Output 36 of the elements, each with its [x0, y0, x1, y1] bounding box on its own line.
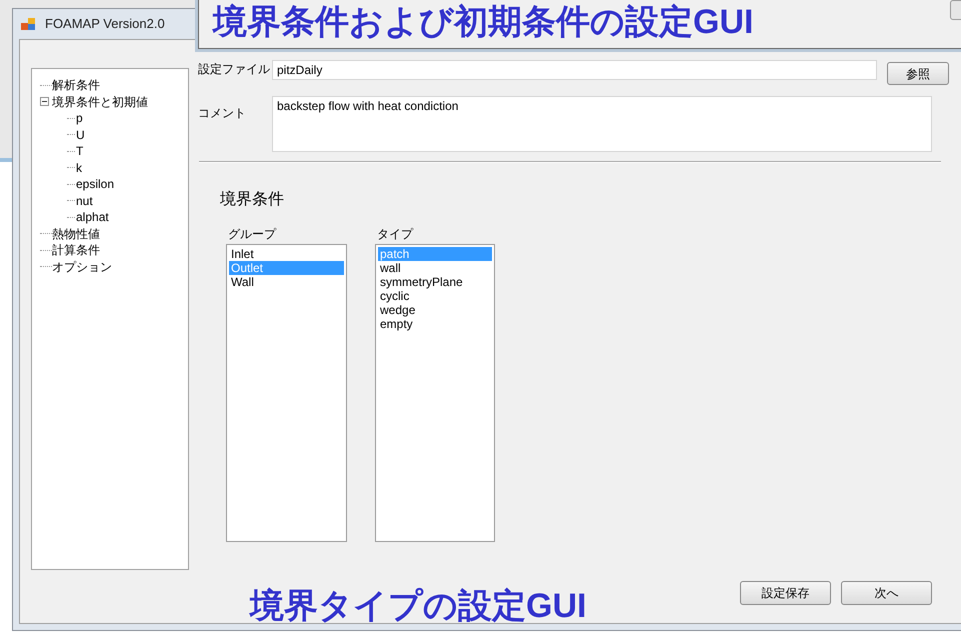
- caption: 境界タイプの設定GUI: [250, 586, 586, 626]
- tree-item[interactable]: 計算条件: [52, 242, 100, 258]
- tree-item[interactable]: 熱物性値: [52, 226, 100, 242]
- field-label: 設定ファイル: [198, 61, 270, 78]
- collapse-icon[interactable]: [40, 97, 49, 106]
- list-item[interactable]: wedge: [378, 303, 492, 317]
- section-title: 境界条件: [220, 190, 284, 210]
- field-label: コメント: [198, 105, 246, 122]
- dialog-button[interactable]: 次へ: [841, 581, 932, 605]
- tree-item[interactable]: オプション: [52, 258, 112, 275]
- list-item[interactable]: symmetryPlane: [378, 275, 492, 289]
- tree-item[interactable]: epsilon: [76, 176, 114, 192]
- browse-button[interactable]: 参照: [887, 62, 949, 85]
- list-label: グループ: [228, 226, 276, 243]
- list-label: タイプ: [377, 226, 413, 243]
- comment-field[interactable]: backstep flow with heat condiction: [272, 96, 932, 152]
- tree-item[interactable]: alphat: [76, 209, 109, 226]
- list-item[interactable]: cyclic: [378, 289, 492, 303]
- list-item[interactable]: Inlet: [229, 247, 344, 261]
- app-icon: [21, 17, 37, 31]
- tree-item[interactable]: U: [76, 126, 85, 143]
- type-listbox[interactable]: patch wall symmetryPlane cyclic wedge empty: [375, 244, 495, 542]
- window-title: FOAMAP Version2.0: [45, 15, 165, 34]
- group-listbox[interactable]: Inlet Outlet Wall: [226, 244, 347, 542]
- dialog-button[interactable]: 設定保存: [740, 581, 831, 605]
- list-item[interactable]: Wall: [229, 275, 344, 289]
- tree-item[interactable]: 解析条件: [52, 77, 100, 94]
- tree-item[interactable]: k: [76, 160, 82, 176]
- tree-item[interactable]: 境界条件と初期値: [52, 94, 148, 110]
- caption: 境界条件および初期条件の設定GUI: [213, 2, 754, 42]
- tree-item[interactable]: nut: [76, 192, 93, 209]
- list-item[interactable]: empty: [378, 317, 492, 331]
- tree-item[interactable]: T: [76, 143, 84, 160]
- settings-file-field[interactable]: pitzDaily: [272, 60, 877, 80]
- tree-item[interactable]: p: [76, 110, 83, 126]
- list-item[interactable]: wall: [378, 261, 492, 275]
